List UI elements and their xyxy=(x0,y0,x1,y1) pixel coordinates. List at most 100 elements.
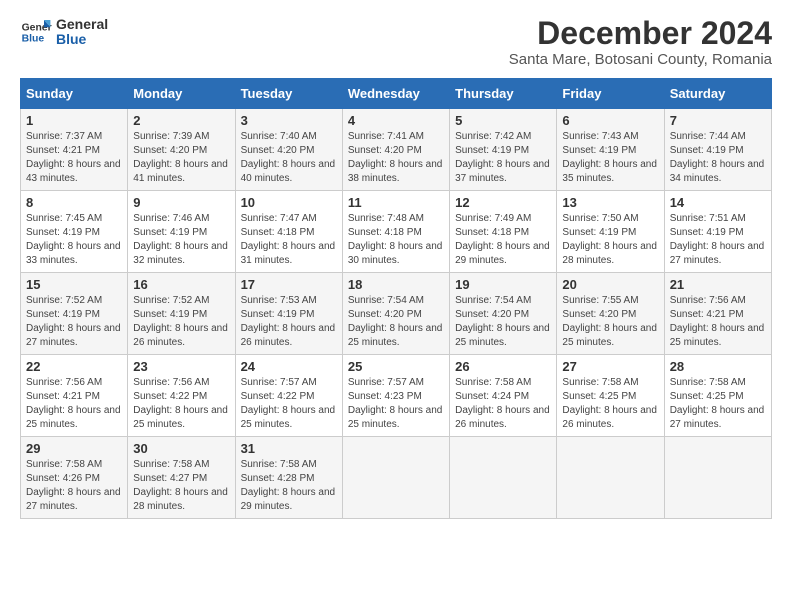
calendar-cell: 22 Sunrise: 7:56 AMSunset: 4:21 PMDaylig… xyxy=(21,355,128,437)
week-row-5: 29 Sunrise: 7:58 AMSunset: 4:26 PMDaylig… xyxy=(21,437,772,519)
day-detail: Sunrise: 7:58 AMSunset: 4:24 PMDaylight:… xyxy=(455,377,550,430)
day-detail: Sunrise: 7:37 AMSunset: 4:21 PMDaylight:… xyxy=(26,131,121,184)
logo-icon: General Blue xyxy=(20,16,52,48)
day-detail: Sunrise: 7:46 AMSunset: 4:19 PMDaylight:… xyxy=(133,213,228,266)
day-number: 17 xyxy=(241,277,337,292)
day-detail: Sunrise: 7:52 AMSunset: 4:19 PMDaylight:… xyxy=(133,295,228,348)
day-number: 11 xyxy=(348,195,444,210)
day-number: 28 xyxy=(670,359,766,374)
calendar-cell xyxy=(342,437,449,519)
calendar-cell: 27 Sunrise: 7:58 AMSunset: 4:25 PMDaylig… xyxy=(557,355,664,437)
day-detail: Sunrise: 7:54 AMSunset: 4:20 PMDaylight:… xyxy=(455,295,550,348)
day-number: 8 xyxy=(26,195,122,210)
day-detail: Sunrise: 7:51 AMSunset: 4:19 PMDaylight:… xyxy=(670,213,765,266)
day-detail: Sunrise: 7:58 AMSunset: 4:26 PMDaylight:… xyxy=(26,459,121,512)
calendar-cell xyxy=(664,437,771,519)
page-subtitle: Santa Mare, Botosani County, Romania xyxy=(509,51,772,68)
calendar-cell xyxy=(557,437,664,519)
day-number: 15 xyxy=(26,277,122,292)
day-number: 4 xyxy=(348,113,444,128)
day-detail: Sunrise: 7:43 AMSunset: 4:19 PMDaylight:… xyxy=(562,131,657,184)
calendar-cell: 5 Sunrise: 7:42 AMSunset: 4:19 PMDayligh… xyxy=(450,109,557,191)
page-header: General Blue General Blue December 2024 … xyxy=(20,16,772,68)
day-number: 25 xyxy=(348,359,444,374)
day-detail: Sunrise: 7:49 AMSunset: 4:18 PMDaylight:… xyxy=(455,213,550,266)
day-detail: Sunrise: 7:58 AMSunset: 4:25 PMDaylight:… xyxy=(562,377,657,430)
day-detail: Sunrise: 7:39 AMSunset: 4:20 PMDaylight:… xyxy=(133,131,228,184)
day-number: 22 xyxy=(26,359,122,374)
calendar-cell: 9 Sunrise: 7:46 AMSunset: 4:19 PMDayligh… xyxy=(128,191,235,273)
calendar-cell: 16 Sunrise: 7:52 AMSunset: 4:19 PMDaylig… xyxy=(128,273,235,355)
day-detail: Sunrise: 7:53 AMSunset: 4:19 PMDaylight:… xyxy=(241,295,336,348)
day-detail: Sunrise: 7:41 AMSunset: 4:20 PMDaylight:… xyxy=(348,131,443,184)
calendar-table: SundayMondayTuesdayWednesdayThursdayFrid… xyxy=(20,78,772,519)
day-number: 13 xyxy=(562,195,658,210)
calendar-cell: 19 Sunrise: 7:54 AMSunset: 4:20 PMDaylig… xyxy=(450,273,557,355)
calendar-cell: 14 Sunrise: 7:51 AMSunset: 4:19 PMDaylig… xyxy=(664,191,771,273)
calendar-cell: 29 Sunrise: 7:58 AMSunset: 4:26 PMDaylig… xyxy=(21,437,128,519)
day-number: 12 xyxy=(455,195,551,210)
calendar-cell: 20 Sunrise: 7:55 AMSunset: 4:20 PMDaylig… xyxy=(557,273,664,355)
day-number: 10 xyxy=(241,195,337,210)
day-number: 20 xyxy=(562,277,658,292)
column-header-friday: Friday xyxy=(557,79,664,109)
day-number: 9 xyxy=(133,195,229,210)
week-row-1: 1 Sunrise: 7:37 AMSunset: 4:21 PMDayligh… xyxy=(21,109,772,191)
calendar-cell: 21 Sunrise: 7:56 AMSunset: 4:21 PMDaylig… xyxy=(664,273,771,355)
logo: General Blue General Blue xyxy=(20,16,108,48)
day-number: 6 xyxy=(562,113,658,128)
day-detail: Sunrise: 7:45 AMSunset: 4:19 PMDaylight:… xyxy=(26,213,121,266)
calendar-cell: 11 Sunrise: 7:48 AMSunset: 4:18 PMDaylig… xyxy=(342,191,449,273)
day-number: 19 xyxy=(455,277,551,292)
day-detail: Sunrise: 7:54 AMSunset: 4:20 PMDaylight:… xyxy=(348,295,443,348)
day-detail: Sunrise: 7:52 AMSunset: 4:19 PMDaylight:… xyxy=(26,295,121,348)
calendar-cell: 25 Sunrise: 7:57 AMSunset: 4:23 PMDaylig… xyxy=(342,355,449,437)
day-number: 1 xyxy=(26,113,122,128)
day-number: 18 xyxy=(348,277,444,292)
calendar-cell: 1 Sunrise: 7:37 AMSunset: 4:21 PMDayligh… xyxy=(21,109,128,191)
logo-line1: General xyxy=(56,17,108,32)
day-detail: Sunrise: 7:44 AMSunset: 4:19 PMDaylight:… xyxy=(670,131,765,184)
week-row-3: 15 Sunrise: 7:52 AMSunset: 4:19 PMDaylig… xyxy=(21,273,772,355)
calendar-cell: 31 Sunrise: 7:58 AMSunset: 4:28 PMDaylig… xyxy=(235,437,342,519)
calendar-cell: 6 Sunrise: 7:43 AMSunset: 4:19 PMDayligh… xyxy=(557,109,664,191)
calendar-cell: 30 Sunrise: 7:58 AMSunset: 4:27 PMDaylig… xyxy=(128,437,235,519)
day-detail: Sunrise: 7:48 AMSunset: 4:18 PMDaylight:… xyxy=(348,213,443,266)
day-number: 26 xyxy=(455,359,551,374)
day-detail: Sunrise: 7:56 AMSunset: 4:21 PMDaylight:… xyxy=(26,377,121,430)
header-row: SundayMondayTuesdayWednesdayThursdayFrid… xyxy=(21,79,772,109)
day-detail: Sunrise: 7:56 AMSunset: 4:22 PMDaylight:… xyxy=(133,377,228,430)
day-number: 21 xyxy=(670,277,766,292)
svg-text:Blue: Blue xyxy=(22,34,45,45)
day-detail: Sunrise: 7:58 AMSunset: 4:28 PMDaylight:… xyxy=(241,459,336,512)
calendar-cell: 28 Sunrise: 7:58 AMSunset: 4:25 PMDaylig… xyxy=(664,355,771,437)
day-detail: Sunrise: 7:50 AMSunset: 4:19 PMDaylight:… xyxy=(562,213,657,266)
calendar-cell: 7 Sunrise: 7:44 AMSunset: 4:19 PMDayligh… xyxy=(664,109,771,191)
calendar-cell: 15 Sunrise: 7:52 AMSunset: 4:19 PMDaylig… xyxy=(21,273,128,355)
day-number: 7 xyxy=(670,113,766,128)
title-block: December 2024 Santa Mare, Botosani Count… xyxy=(509,16,772,68)
calendar-cell: 13 Sunrise: 7:50 AMSunset: 4:19 PMDaylig… xyxy=(557,191,664,273)
calendar-cell: 2 Sunrise: 7:39 AMSunset: 4:20 PMDayligh… xyxy=(128,109,235,191)
calendar-cell: 17 Sunrise: 7:53 AMSunset: 4:19 PMDaylig… xyxy=(235,273,342,355)
day-number: 2 xyxy=(133,113,229,128)
day-detail: Sunrise: 7:47 AMSunset: 4:18 PMDaylight:… xyxy=(241,213,336,266)
day-number: 24 xyxy=(241,359,337,374)
day-number: 30 xyxy=(133,441,229,456)
day-detail: Sunrise: 7:58 AMSunset: 4:25 PMDaylight:… xyxy=(670,377,765,430)
column-header-saturday: Saturday xyxy=(664,79,771,109)
day-number: 14 xyxy=(670,195,766,210)
day-number: 16 xyxy=(133,277,229,292)
day-detail: Sunrise: 7:57 AMSunset: 4:23 PMDaylight:… xyxy=(348,377,443,430)
calendar-cell: 10 Sunrise: 7:47 AMSunset: 4:18 PMDaylig… xyxy=(235,191,342,273)
day-number: 5 xyxy=(455,113,551,128)
day-detail: Sunrise: 7:40 AMSunset: 4:20 PMDaylight:… xyxy=(241,131,336,184)
day-number: 27 xyxy=(562,359,658,374)
day-number: 23 xyxy=(133,359,229,374)
day-detail: Sunrise: 7:56 AMSunset: 4:21 PMDaylight:… xyxy=(670,295,765,348)
day-detail: Sunrise: 7:55 AMSunset: 4:20 PMDaylight:… xyxy=(562,295,657,348)
week-row-2: 8 Sunrise: 7:45 AMSunset: 4:19 PMDayligh… xyxy=(21,191,772,273)
column-header-thursday: Thursday xyxy=(450,79,557,109)
column-header-sunday: Sunday xyxy=(21,79,128,109)
calendar-cell: 23 Sunrise: 7:56 AMSunset: 4:22 PMDaylig… xyxy=(128,355,235,437)
